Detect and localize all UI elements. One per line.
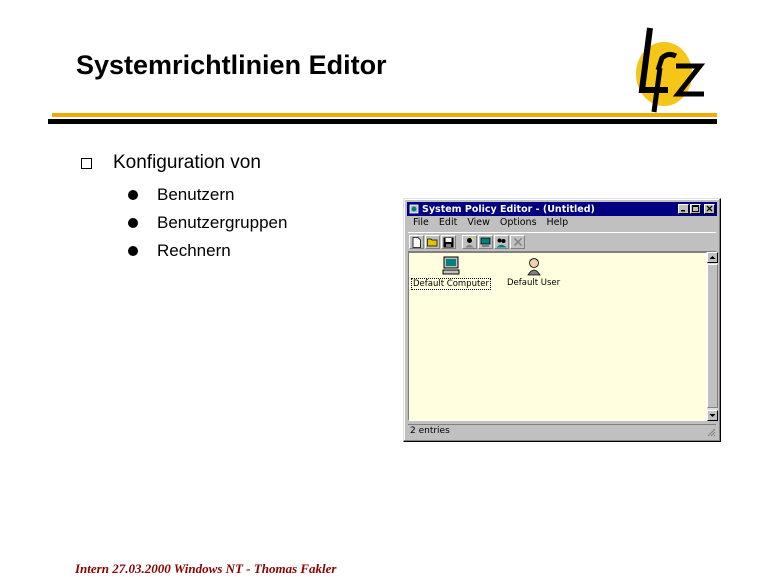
scroll-up-button[interactable] [707, 252, 718, 263]
scrollbar-thumb[interactable] [707, 264, 718, 408]
entry-label: Default User [507, 278, 561, 288]
computer-icon [442, 256, 460, 275]
window-titlebar[interactable]: System Policy Editor - (Untitled) [407, 202, 717, 216]
slide-title: Systemrichtlinien Editor [76, 50, 387, 80]
add-user-button[interactable] [462, 235, 477, 249]
remove-icon [513, 237, 522, 247]
menu-help[interactable]: Help [547, 217, 569, 230]
policy-entries-pane[interactable]: Default Computer Default User [408, 252, 707, 421]
open-icon [426, 238, 437, 247]
title-rule-orange [52, 113, 717, 117]
menu-bar: File Edit View Options Help [408, 217, 716, 230]
arrow-down-icon [709, 414, 716, 417]
close-button[interactable] [704, 204, 715, 214]
toolbar [408, 232, 716, 252]
bullet-dot-icon [128, 246, 138, 256]
policy-editor-window: System Policy Editor - (Untitled) File E… [403, 198, 721, 442]
add-computer-button[interactable] [478, 235, 493, 249]
user-icon [526, 258, 541, 276]
sub-bullet-item: Rechnern [128, 237, 287, 265]
new-button[interactable] [409, 235, 424, 249]
add-group-icon [496, 238, 507, 247]
sub-bullet-item: Benutzern [128, 181, 287, 209]
bullet-dot-icon [128, 190, 138, 200]
main-bullet: Konfiguration von [81, 152, 261, 174]
list-item[interactable]: Default Computer [411, 256, 492, 290]
window-title: System Policy Editor - (Untitled) [422, 203, 595, 215]
slide-footer: Intern 27.03.2000 Windows NT - Thomas Fa… [75, 561, 337, 576]
checkbox-bullet-icon [81, 158, 92, 169]
bullet-dot-icon [128, 218, 138, 228]
save-button[interactable] [441, 235, 456, 249]
menu-edit[interactable]: Edit [439, 217, 457, 230]
remove-button[interactable] [510, 235, 525, 249]
menu-file[interactable]: File [413, 217, 429, 230]
main-bullet-text: Konfiguration von [113, 152, 261, 173]
minimize-button[interactable] [678, 204, 689, 214]
policy-editor-app-icon [409, 204, 419, 214]
sub-bullet-text: Benutzergruppen [157, 213, 288, 232]
save-icon [443, 237, 454, 247]
status-text: 2 entries [410, 426, 450, 436]
entry-label: Default Computer [411, 278, 492, 290]
list-item[interactable]: Default User [506, 256, 561, 288]
title-rule-black [48, 119, 717, 124]
vertical-scrollbar[interactable] [707, 252, 718, 421]
scroll-down-button[interactable] [707, 410, 718, 421]
add-user-icon [465, 237, 474, 247]
new-icon [412, 236, 421, 248]
sub-bullet-item: Benutzergruppen [128, 209, 287, 237]
arrow-up-icon [709, 256, 716, 259]
maximize-button[interactable] [690, 204, 701, 214]
lrz-logo [636, 27, 706, 113]
add-computer-icon [480, 237, 491, 247]
menu-options[interactable]: Options [500, 217, 537, 230]
status-bar: 2 entries [408, 424, 716, 438]
maximize-icon [692, 205, 699, 212]
sub-bullet-text: Rechnern [157, 241, 231, 260]
open-button[interactable] [425, 235, 440, 249]
minimize-icon [681, 210, 685, 212]
sub-bullet-list: Benutzern Benutzergruppen Rechnern [128, 181, 287, 265]
sub-bullet-text: Benutzern [157, 185, 235, 204]
resize-grip-icon[interactable] [706, 427, 716, 437]
menu-view[interactable]: View [467, 217, 490, 230]
add-group-button[interactable] [494, 235, 509, 249]
close-icon [706, 205, 713, 212]
